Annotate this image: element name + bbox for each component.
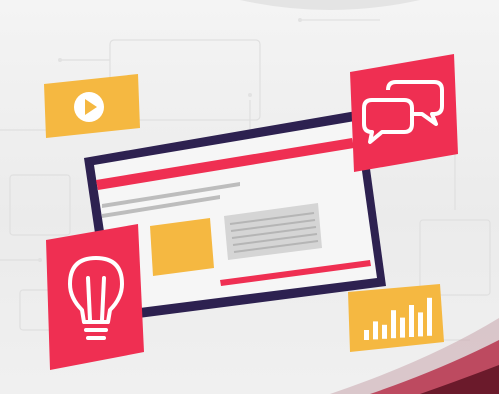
- chart-bar: [364, 330, 369, 340]
- chart-bar: [382, 324, 387, 339]
- idea-card: [46, 224, 144, 370]
- chart-bar: [373, 321, 378, 340]
- chart-bar: [409, 305, 414, 337]
- image-placeholder: [150, 218, 214, 276]
- chat-card: [350, 54, 458, 172]
- bar-chart-card: [348, 284, 444, 352]
- chart-bar: [400, 317, 405, 338]
- chart-bar: [418, 312, 423, 337]
- video-card: [44, 74, 140, 138]
- chart-bar: [427, 297, 432, 336]
- chart-bar: [391, 310, 396, 339]
